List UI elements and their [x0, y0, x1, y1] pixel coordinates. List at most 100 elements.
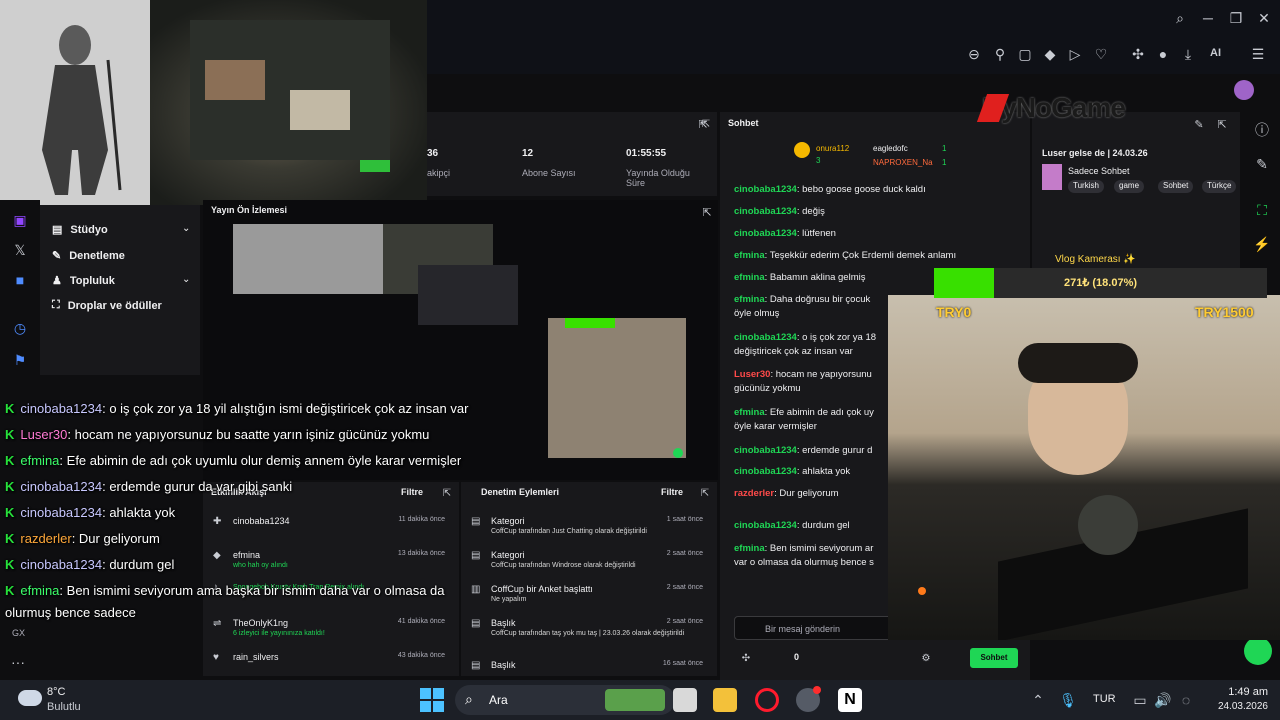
screenshot-icon[interactable]: ▢ — [1015, 44, 1035, 64]
donation-goal: 271₺ (18.07%) — [934, 268, 1267, 298]
windows-taskbar: 8°C Bulutlu ⌕ Ara N ⌃ 🎙 TUR ▭ 🔊 ◌ 1:49 a… — [0, 680, 1280, 720]
windows-start-icon[interactable] — [420, 688, 444, 712]
shield-icon[interactable]: ◆ — [1040, 44, 1060, 64]
kick-icon: K — [5, 531, 15, 546]
popout-icon[interactable]: ⇱ — [1212, 114, 1232, 134]
nav-drops[interactable]: ⛶ Droplar ve ödüller — [52, 299, 162, 312]
expand-icon[interactable]: ⛶ — [1252, 200, 1272, 220]
search-icon[interactable]: ⌕ — [1170, 8, 1190, 28]
kick-icon: K — [5, 479, 15, 494]
folder-app-icon[interactable] — [713, 688, 737, 712]
clock-icon[interactable]: ◷ — [10, 318, 30, 338]
facecam — [888, 295, 1280, 640]
preview-webcam — [548, 318, 686, 458]
category-name[interactable]: Sadece Sohbet — [1068, 166, 1130, 176]
nav-moderation[interactable]: ✎ Denetleme — [52, 249, 125, 263]
close-icon[interactable]: ✕ — [1254, 8, 1274, 28]
kick-icon: K — [5, 505, 15, 520]
notion-app-icon[interactable]: N — [838, 688, 862, 712]
wifi-icon[interactable]: ◌ — [1176, 690, 1196, 710]
send-chat-button[interactable]: Sohbet — [970, 648, 1018, 668]
chat-message: cinobaba1234: bebo goose goose duck kald… — [734, 184, 926, 195]
file-manager-app-icon[interactable] — [673, 688, 697, 712]
creator-nav: ▤ Stüdyo ⌄ ✎ Denetleme ♟ Topluluk ⌄ ⛶ Dropla… — [40, 205, 200, 375]
ai-button[interactable]: AI — [1210, 47, 1221, 59]
clock-time[interactable]: 1:49 am — [1216, 686, 1268, 698]
opera-gx-app-icon[interactable] — [755, 688, 779, 712]
stat-uptime-label: Yayında Olduğu Süre — [626, 168, 690, 188]
edit-icon[interactable]: ✎ — [1189, 114, 1209, 134]
x-icon[interactable]: 𝕏 — [10, 240, 30, 260]
overlay-chat-line: Kefmina: Ben ismimi seviyorum ama başka … — [5, 583, 445, 598]
overlay-chat-line: K Luser30: hocam ne yapıyorsunuz bu saatt… — [5, 427, 430, 442]
search-icon: ⌕ — [465, 691, 473, 707]
tag[interactable]: Türkçe — [1202, 180, 1237, 193]
gift-icon: ⛶ — [52, 299, 60, 311]
bookmark-icon[interactable]: ⚑ — [10, 350, 30, 370]
tag[interactable]: Sohbet — [1158, 180, 1194, 193]
community-icon: ♟ — [52, 275, 62, 287]
notification-dot — [813, 686, 821, 694]
minimize-icon[interactable]: ─ — [1198, 8, 1218, 28]
clock-date[interactable]: 24.03.2026 — [1202, 701, 1268, 712]
microphone-icon[interactable]: 🎙 — [1058, 690, 1078, 710]
menu-icon[interactable]: ☰ — [1248, 44, 1268, 64]
kick-icon: K — [5, 427, 15, 442]
leader-badge-icon — [794, 142, 810, 158]
stat-followers-value: 36 — [427, 148, 439, 159]
more-icon[interactable]: ··· — [8, 652, 28, 672]
taskbar-search-placeholder: Ara — [489, 693, 508, 707]
avatar[interactable] — [1234, 80, 1254, 100]
live-dot — [673, 448, 683, 458]
display-icon[interactable]: ▭ — [1130, 690, 1150, 710]
leader-name: onura112 — [816, 144, 850, 153]
overlay-chat-line: Kcinobaba1234: o iş çok zor ya 18 yil al… — [5, 401, 469, 416]
profile-icon[interactable]: ● — [1153, 44, 1173, 64]
play-icon[interactable]: ▷ — [1065, 44, 1085, 64]
tag[interactable]: Turkish — [1068, 180, 1104, 193]
info-icon[interactable]: ⓘ — [1252, 120, 1272, 140]
nav-studio[interactable]: ▤ Stüdyo — [52, 223, 108, 237]
points-icon[interactable]: ✣ — [736, 648, 756, 668]
stat-subs-value: 12 — [522, 148, 534, 159]
pin-icon[interactable]: ⚲ — [990, 44, 1010, 64]
chevron-down-icon[interactable]: ⌄ — [182, 274, 190, 285]
preview-gauge — [565, 318, 615, 328]
weather-desc[interactable]: Bulutlu — [47, 701, 81, 713]
popout-icon[interactable]: ⇱ — [695, 483, 715, 503]
stream-stats: 36 akipçi 12 Abone Sayısı 01:55:55 Yayın… — [427, 112, 717, 196]
modlog-filter-button[interactable]: Filtre — [661, 487, 683, 497]
leader-name: NAPROXEN_Na — [873, 158, 933, 167]
chevron-up-icon[interactable]: ⌃ — [1028, 690, 1048, 710]
tag[interactable]: game — [1114, 180, 1145, 193]
weather-temp[interactable]: 8°C — [47, 686, 65, 698]
volume-icon[interactable]: 🔊 — [1153, 690, 1173, 710]
taskbar-search[interactable]: ⌕ Ara — [455, 685, 675, 715]
overlay-chat-line: Kcinobaba1234: ahlakta yok — [5, 505, 176, 520]
pencil-icon[interactable]: ✎ — [1252, 154, 1272, 174]
maximize-icon[interactable]: ❐ — [1226, 8, 1246, 28]
zoom-out-icon[interactable]: ⊖ — [964, 44, 984, 64]
extensions-icon[interactable]: ✣ — [1128, 44, 1148, 64]
help-button[interactable] — [1244, 637, 1272, 665]
twitch-icon[interactable]: ▣ — [10, 210, 30, 230]
download-icon[interactable]: ⤓ — [1178, 44, 1198, 64]
language-indicator[interactable]: TUR — [1093, 693, 1116, 705]
leader-count: 1 — [942, 144, 947, 153]
cloud-icon — [18, 690, 42, 706]
glow-dot — [918, 587, 926, 595]
app-icon[interactable]: ■ — [10, 270, 30, 290]
settings-icon[interactable]: ⚙ — [916, 648, 936, 668]
kick-icon: K — [5, 401, 15, 416]
chat-input-placeholder: Bir mesaj gönderin — [765, 624, 841, 634]
chevron-down-icon[interactable]: ⌄ — [182, 223, 190, 234]
bolt-icon[interactable]: ⚡ — [1252, 234, 1272, 254]
leader-count: 3 — [816, 156, 821, 165]
stream-chat-overlay: Kcinobaba1234: o iş çok zor ya 18 yil al… — [0, 375, 520, 625]
overlay-chat-line: Kcinobaba1234: durdum gel — [5, 557, 175, 572]
heart-icon[interactable]: ♡ — [1091, 44, 1111, 64]
stat-followers-label: akipçi — [427, 168, 451, 178]
popout-icon[interactable]: ⇱ — [697, 202, 717, 222]
popout-icon[interactable]: ⇱ — [696, 114, 716, 134]
nav-community[interactable]: ♟ Topluluk — [52, 274, 115, 288]
